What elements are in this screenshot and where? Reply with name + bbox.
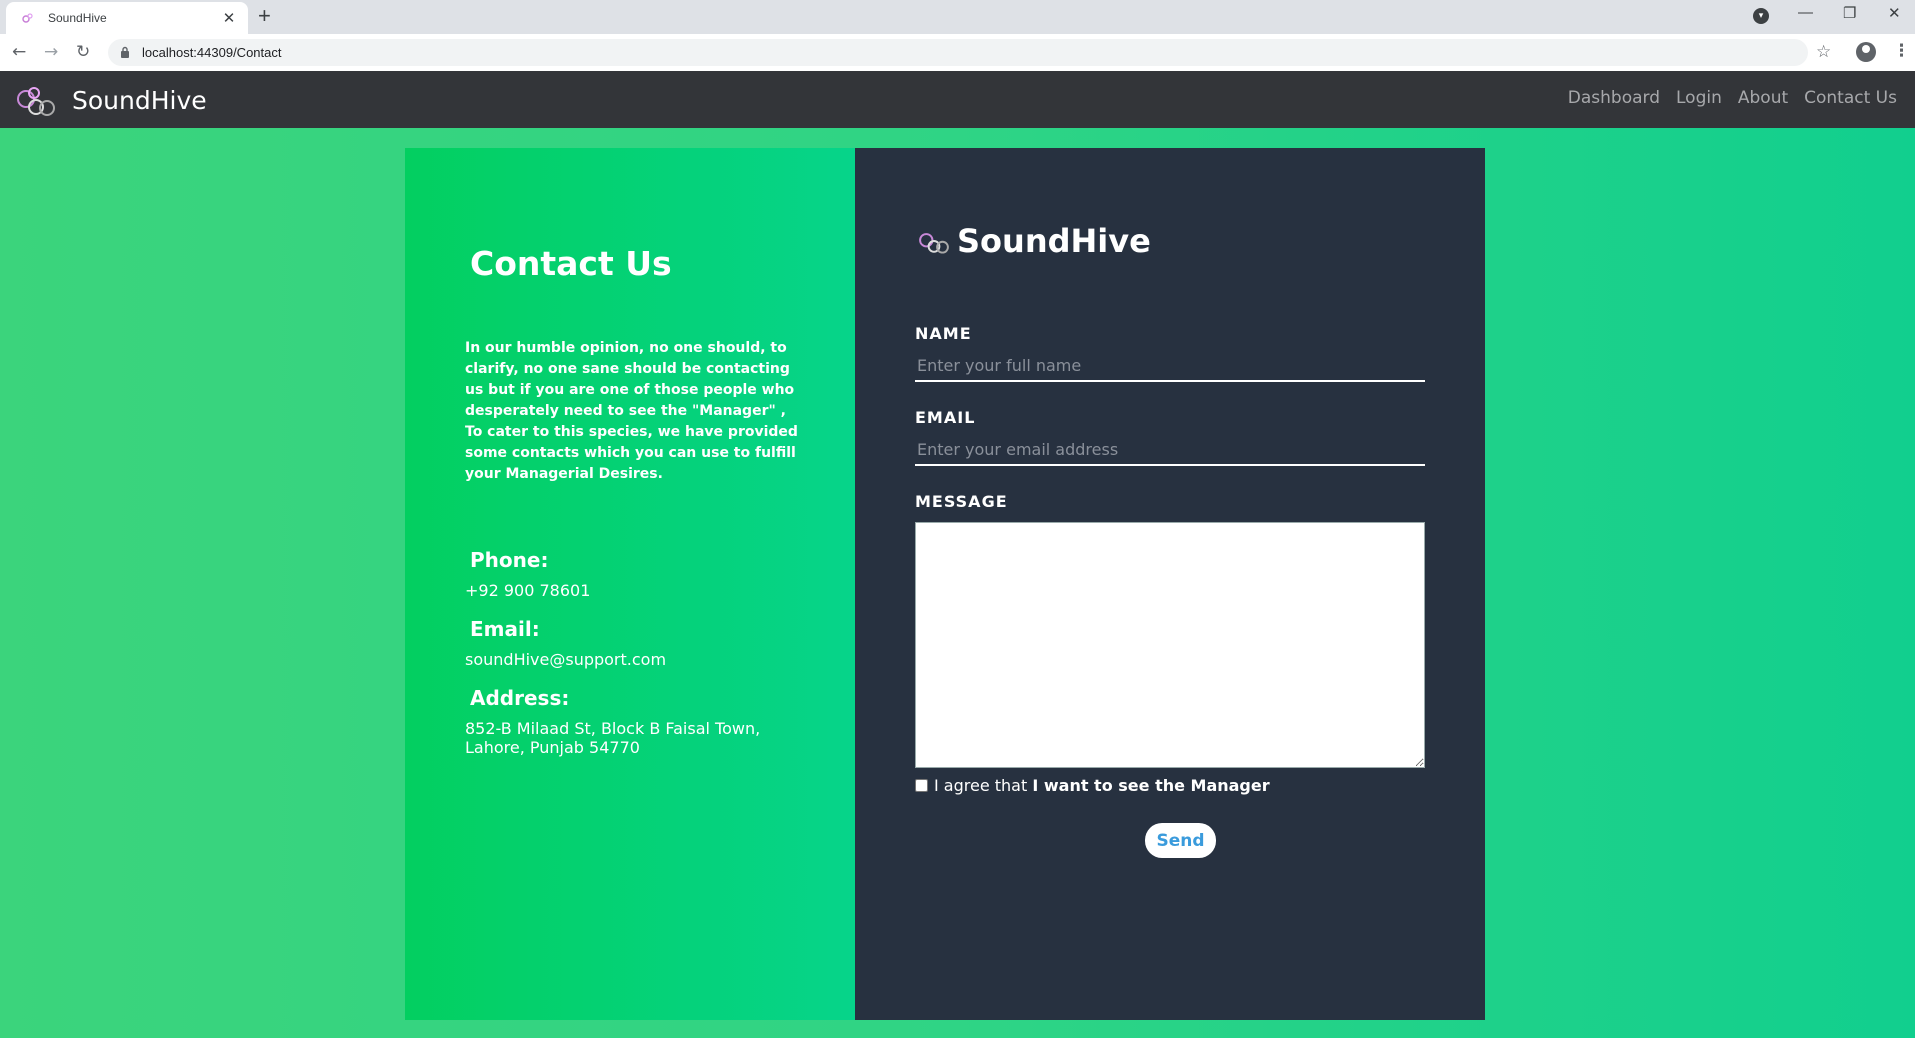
email-label: Email:	[470, 617, 540, 641]
soundhive-logo-icon	[17, 87, 55, 116]
contact-form-panel: SoundHive NAME EMAIL MESSAGE I agree tha…	[855, 148, 1485, 1020]
reload-icon[interactable]: ↻	[76, 42, 90, 62]
agree-row: I agree that I want to see the Manager	[915, 776, 1270, 795]
browser-tab[interactable]: SoundHive ✕	[6, 2, 248, 34]
new-tab-button[interactable]: +	[258, 5, 271, 27]
nav-link-about[interactable]: About	[1738, 88, 1788, 108]
agree-checkbox[interactable]	[915, 779, 928, 792]
nav-link-login[interactable]: Login	[1676, 88, 1722, 108]
address-bar[interactable]: localhost:44309/Contact	[108, 39, 1808, 66]
browser-menu-icon[interactable]: ⋮	[1893, 41, 1910, 61]
close-window-button[interactable]: ✕	[1888, 4, 1901, 22]
email-value: soundHive@support.com	[465, 650, 667, 669]
tab-search-icon[interactable]: ▾	[1753, 8, 1769, 24]
minimize-button[interactable]: —	[1798, 4, 1813, 21]
name-input[interactable]	[915, 350, 1425, 382]
form-brand-name: SoundHive	[957, 222, 1151, 260]
phone-label: Phone:	[470, 548, 549, 572]
nav-link-contact[interactable]: Contact Us	[1804, 88, 1897, 108]
forward-arrow-icon[interactable]: →	[44, 42, 58, 62]
send-button[interactable]: Send	[1145, 823, 1216, 858]
lock-icon	[121, 46, 129, 58]
address-value: 852-B Milaad St, Block B Faisal Town, La…	[465, 719, 761, 757]
message-label: MESSAGE	[915, 492, 1008, 511]
name-label: NAME	[915, 324, 972, 343]
page-viewport: SoundHive Dashboard Login About Contact …	[0, 71, 1915, 1038]
site-brand[interactable]: SoundHive	[14, 81, 207, 119]
tab-close-icon[interactable]: ✕	[220, 9, 238, 27]
browser-toolbar: ← → ↻ localhost:44309/Contact ☆ ⋮	[0, 34, 1915, 71]
address-label: Address:	[470, 686, 570, 710]
tab-title: SoundHive	[48, 11, 107, 25]
message-textarea[interactable]	[915, 522, 1425, 768]
site-navbar: SoundHive Dashboard Login About Contact …	[0, 71, 1915, 128]
back-arrow-icon[interactable]: ←	[12, 42, 26, 62]
nav-links: Dashboard Login About Contact Us	[1568, 88, 1897, 108]
url-text: localhost:44309/Contact	[142, 45, 282, 60]
browser-tabstrip: SoundHive ✕ + ▾ — ❐ ✕	[0, 0, 1915, 34]
page-title: Contact Us	[470, 244, 672, 283]
soundhive-favicon-icon	[20, 10, 36, 26]
nav-link-dashboard[interactable]: Dashboard	[1568, 88, 1660, 108]
brand-name: SoundHive	[72, 85, 207, 115]
phone-value: +92 900 78601	[465, 581, 591, 600]
restore-button[interactable]: ❐	[1843, 4, 1856, 22]
agree-text: I agree that	[934, 776, 1033, 795]
email-field-label: EMAIL	[915, 408, 976, 427]
bookmark-star-icon[interactable]: ☆	[1816, 42, 1831, 62]
email-input[interactable]	[915, 434, 1425, 466]
agree-bold-text: I want to see the Manager	[1032, 776, 1270, 795]
form-brand: SoundHive	[917, 222, 1151, 260]
profile-icon[interactable]	[1856, 42, 1876, 62]
contact-intro: In our humble opinion, no one should, to…	[465, 340, 798, 482]
soundhive-logo-icon	[919, 233, 949, 254]
contact-info-panel: Contact Us In our humble opinion, no one…	[405, 148, 855, 1020]
contact-card: Contact Us In our humble opinion, no one…	[405, 148, 1485, 1020]
